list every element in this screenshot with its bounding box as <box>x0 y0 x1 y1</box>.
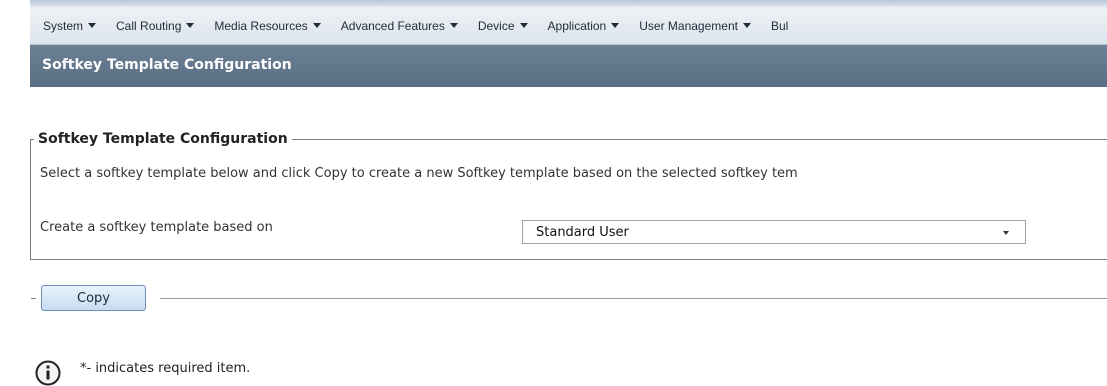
menu-advanced-features[interactable]: Advanced Features <box>331 19 468 33</box>
menu-system-label: System <box>43 18 84 33</box>
menu-media-resources-label: Media Resources <box>214 18 308 33</box>
required-item-note: *- indicates required item. <box>80 361 251 376</box>
template-based-on-label: Create a softkey template based on <box>40 220 273 235</box>
chevron-down-icon <box>519 23 528 28</box>
chevron-down-icon <box>88 23 97 28</box>
top-strip <box>30 0 1107 7</box>
menu-bulk-administration[interactable]: Bul <box>761 19 798 33</box>
page-title: Softkey Template Configuration <box>42 57 292 73</box>
menu-application-label: Application <box>547 18 607 33</box>
divider-dash <box>31 298 36 299</box>
menu-call-routing[interactable]: Call Routing <box>106 19 204 33</box>
left-margin <box>0 0 30 379</box>
menu-device-label: Device <box>477 18 515 33</box>
chevron-down-icon <box>611 23 620 28</box>
main-menu-bar: System Call Routing Media Resources Adva… <box>30 7 1107 45</box>
menu-user-management[interactable]: User Management <box>629 19 761 33</box>
menu-device[interactable]: Device <box>468 19 538 33</box>
menu-media-resources[interactable]: Media Resources <box>204 19 330 33</box>
copy-button[interactable]: Copy <box>41 285 146 311</box>
chevron-down-icon <box>312 23 321 28</box>
menu-system[interactable]: System <box>30 19 106 33</box>
dropdown-arrow-icon <box>1003 231 1009 235</box>
chevron-down-icon <box>742 23 751 28</box>
menu-call-routing-label: Call Routing <box>116 18 182 33</box>
menu-advanced-features-label: Advanced Features <box>340 18 445 33</box>
menu-bulk-administration-label: Bul <box>770 18 789 33</box>
horizontal-divider <box>160 298 1107 299</box>
template-select-value: Standard User <box>536 225 629 240</box>
page-title-bar: Softkey Template Configuration <box>30 45 1107 87</box>
info-icon <box>35 360 61 386</box>
template-select[interactable]: Standard User <box>522 220 1026 244</box>
section-description: Select a softkey template below and clic… <box>40 166 798 181</box>
menu-application[interactable]: Application <box>538 19 630 33</box>
section-legend: Softkey Template Configuration <box>34 131 292 147</box>
chevron-down-icon <box>449 23 458 28</box>
menu-user-management-label: User Management <box>639 18 738 33</box>
chevron-down-icon <box>186 23 195 28</box>
